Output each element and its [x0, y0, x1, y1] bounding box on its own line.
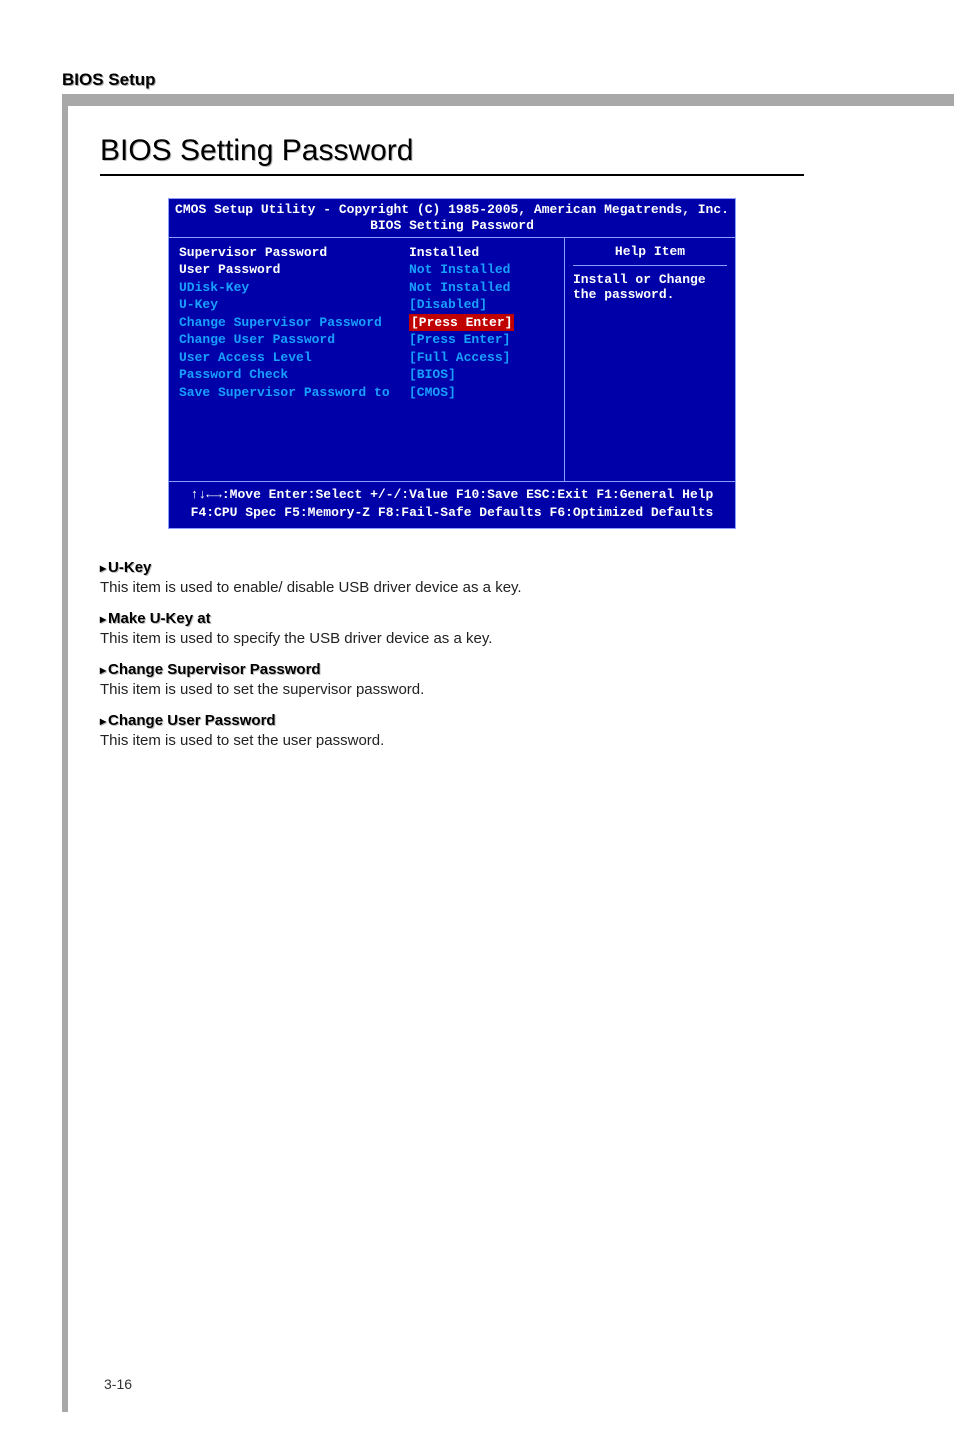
bios-label: UDisk-Key: [179, 279, 409, 297]
page-content: BIOS Setting Password CMOS Setup Utility…: [100, 130, 894, 752]
bios-label: User Access Level: [179, 349, 409, 367]
bios-value: [BIOS]: [409, 366, 456, 384]
bios-value: [Press Enter]: [409, 331, 510, 349]
section-title: BIOS Setting Password: [100, 134, 894, 168]
desc-text: This item is used to set the user passwo…: [100, 731, 894, 751]
desc-head-change-user: ▸Change User Password: [100, 712, 894, 729]
bios-label: Supervisor Password: [179, 244, 409, 262]
header-band: [62, 94, 954, 106]
bios-footer-line2: F4:CPU Spec F5:Memory-Z F8:Fail-Safe Def…: [177, 504, 727, 522]
bios-screenshot: CMOS Setup Utility - Copyright (C) 1985-…: [168, 198, 736, 529]
bios-settings-pane: Supervisor PasswordInstalled User Passwo…: [169, 238, 565, 482]
bios-row: Change User Password[Press Enter]: [179, 331, 554, 349]
bios-value: Not Installed: [409, 261, 510, 279]
running-header: BIOS Setup: [62, 70, 156, 90]
bios-row: Supervisor PasswordInstalled: [179, 244, 554, 262]
bios-value: [Full Access]: [409, 349, 510, 367]
bios-title-line2: BIOS Setting Password: [169, 218, 735, 234]
bios-value: [Disabled]: [409, 296, 487, 314]
bios-body: Supervisor PasswordInstalled User Passwo…: [169, 238, 735, 482]
bios-row: Change Supervisor Password[Press Enter]: [179, 314, 554, 332]
desc-head-text: Change User Password: [108, 712, 276, 729]
desc-head-ukey: ▸U-Key: [100, 559, 894, 576]
document-page: BIOS Setup BIOS Setting Password CMOS Se…: [0, 0, 954, 1432]
bios-row: User Access Level[Full Access]: [179, 349, 554, 367]
bios-label: User Password: [179, 261, 409, 279]
bios-help-separator: [573, 265, 727, 266]
bios-value: Not Installed: [409, 279, 510, 297]
bios-label: Change User Password: [179, 331, 409, 349]
bios-label: U-Key: [179, 296, 409, 314]
bios-row: UDisk-KeyNot Installed: [179, 279, 554, 297]
bios-help-title: Help Item: [573, 244, 727, 259]
page-number: 3-16: [104, 1376, 132, 1392]
bios-title-bar: CMOS Setup Utility - Copyright (C) 1985-…: [169, 199, 735, 238]
bios-row: Password Check[BIOS]: [179, 366, 554, 384]
bios-value-selected: [Press Enter]: [409, 314, 514, 332]
triangle-right-icon: ▸: [100, 561, 106, 575]
bios-label: Save Supervisor Password to: [179, 384, 409, 402]
desc-head-text: U-Key: [108, 559, 151, 576]
triangle-right-icon: ▸: [100, 714, 106, 728]
desc-head-text: Make U-Key at: [108, 610, 211, 627]
descriptions: ▸U-Key This item is used to enable/ disa…: [100, 559, 894, 752]
bios-label: Change Supervisor Password: [179, 314, 409, 332]
desc-head-make-ukey: ▸Make U-Key at: [100, 610, 894, 627]
desc-text: This item is used to specify the USB dri…: [100, 629, 894, 649]
bios-row: User PasswordNot Installed: [179, 261, 554, 279]
bios-label: Password Check: [179, 366, 409, 384]
bios-footer-line1: ↑↓←→:Move Enter:Select +/-/:Value F10:Sa…: [177, 486, 727, 504]
desc-text: This item is used to set the supervisor …: [100, 680, 894, 700]
bios-help-text: Install or Change the password.: [573, 272, 727, 302]
bios-footer: ↑↓←→:Move Enter:Select +/-/:Value F10:Sa…: [169, 481, 735, 527]
bios-value: Installed: [409, 244, 479, 262]
bios-value: [CMOS]: [409, 384, 456, 402]
bios-help-pane: Help Item Install or Change the password…: [565, 238, 735, 482]
desc-head-text: Change Supervisor Password: [108, 661, 321, 678]
triangle-right-icon: ▸: [100, 612, 106, 626]
bios-row: Save Supervisor Password to[CMOS]: [179, 384, 554, 402]
bios-row: U-Key[Disabled]: [179, 296, 554, 314]
bios-title-line1: CMOS Setup Utility - Copyright (C) 1985-…: [169, 202, 735, 218]
left-border: [62, 94, 68, 1412]
section-rule: [100, 174, 804, 176]
triangle-right-icon: ▸: [100, 663, 106, 677]
desc-text: This item is used to enable/ disable USB…: [100, 578, 894, 598]
desc-head-change-supervisor: ▸Change Supervisor Password: [100, 661, 894, 678]
